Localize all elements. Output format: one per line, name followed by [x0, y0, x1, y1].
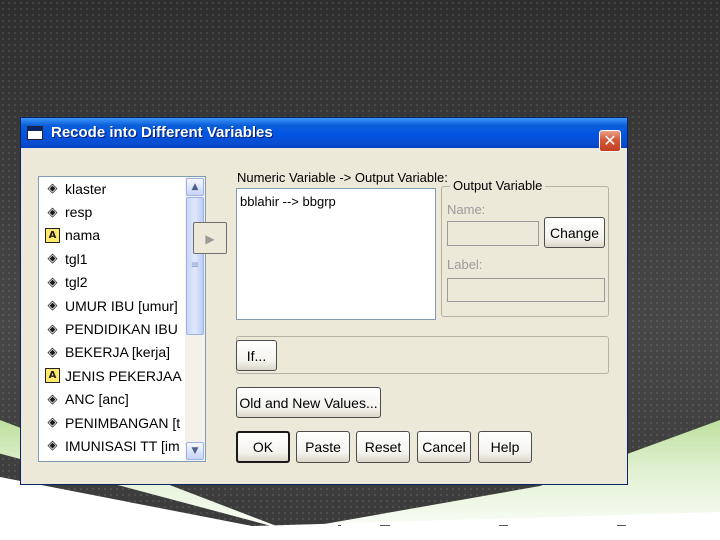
scale-icon: ◈	[47, 298, 58, 314]
arrow-right-icon: ▶	[205, 232, 215, 246]
variable-list-item[interactable]: ◈ UMUR IBU [umur]	[39, 294, 185, 317]
variable-list[interactable]: ◈ klaster ◈ resp Anama ◈ tgl1 ◈ tgl2 ◈ UMUR IBU [u…	[38, 176, 206, 462]
variable-list-item[interactable]: ◈PERIKSA HAMIL	[39, 458, 185, 462]
scale-icon: ◈	[47, 181, 58, 197]
help-button[interactable]: Help	[478, 431, 532, 463]
variable-label: BEKERJA [kerja]	[65, 344, 171, 361]
title-bar[interactable]: Recode into Different Variables ✕	[21, 118, 627, 152]
change-button[interactable]: Change	[544, 217, 605, 248]
variable-list-item[interactable]: ◈ IMUNISASI TT [im	[39, 434, 185, 457]
ok-button[interactable]: OK	[236, 431, 290, 463]
recode-dialog: Recode into Different Variables ✕ ◈ klast…	[20, 117, 628, 485]
output-variable-group: Output Variable Name: Change Label:	[441, 178, 609, 317]
scale-icon: ◈	[47, 204, 58, 220]
string-icon: A	[45, 227, 60, 243]
variable-list-item[interactable]: ◈ PENDIDIKAN IBU	[39, 317, 185, 340]
if-row	[236, 336, 609, 374]
old-new-values-button[interactable]: Old and New Values...	[236, 387, 381, 418]
scale-icon: ◈	[47, 344, 58, 360]
scale-icon: ◈	[47, 321, 58, 337]
variable-list-item[interactable]: ◈ PENIMBANGAN [t	[39, 411, 185, 434]
string-icon: A	[45, 368, 60, 384]
variable-list-item[interactable]: ◈ ANC [anc]	[39, 388, 185, 411]
variable-list-item[interactable]: ◈ resp	[39, 200, 185, 223]
name-field[interactable]	[447, 221, 539, 246]
variable-list-item[interactable]: A JENIS PEKERJAA	[39, 364, 185, 387]
cancel-button[interactable]: Cancel	[417, 431, 471, 463]
variable-list-item[interactable]: ◈ klaster	[39, 177, 185, 200]
variable-list-item[interactable]: Anama	[39, 224, 185, 247]
variable-label: ANC [anc]	[65, 391, 129, 408]
variable-label: IMUNISASI TT [im	[65, 437, 180, 454]
variable-label: klaster	[65, 180, 107, 197]
slide-tick	[338, 525, 341, 526]
variable-label: PENDIDIKAN IBU	[65, 321, 178, 338]
numeric-output-label: Numeric Variable -> Output Variable:	[237, 170, 448, 185]
close-button[interactable]: ✕	[599, 130, 621, 152]
variable-label: resp	[65, 204, 93, 221]
scale-icon: ◈	[47, 415, 58, 431]
if-button[interactable]: If...	[236, 340, 277, 371]
scale-icon: ◈	[47, 438, 58, 454]
variable-label: PENIMBANGAN [t	[65, 414, 181, 431]
slide-tick	[499, 525, 508, 526]
output-variable-legend: Output Variable	[450, 178, 546, 193]
variable-label: tgl2	[65, 274, 88, 291]
label-label: Label:	[447, 257, 483, 272]
scale-icon: ◈	[47, 391, 58, 407]
variable-list-item[interactable]: ◈ tgl1	[39, 247, 185, 270]
slide-tick	[380, 525, 390, 526]
scale-icon: ◈	[47, 251, 58, 267]
variable-label: nama	[65, 227, 101, 244]
label-field[interactable]	[447, 278, 605, 302]
scroll-up-icon[interactable]: ▲	[186, 178, 204, 196]
variable-label: PERIKSA HAMIL	[65, 461, 172, 462]
variable-list-item[interactable]: ◈ BEKERJA [kerja]	[39, 341, 185, 364]
slide-tick	[617, 525, 626, 526]
window-icon	[27, 126, 43, 140]
reset-button[interactable]: Reset	[356, 431, 410, 463]
variable-list-item[interactable]: ◈ tgl2	[39, 271, 185, 294]
variable-label: JENIS PEKERJAA	[65, 367, 182, 384]
scroll-thumb[interactable]: ≡	[186, 197, 204, 335]
numeric-output-item[interactable]: bblahir --> bbgrp	[240, 194, 336, 209]
paste-button[interactable]: Paste	[296, 431, 350, 463]
scale-icon: ◈	[47, 274, 58, 290]
variable-label: tgl1	[65, 250, 88, 267]
variable-label: UMUR IBU [umur]	[65, 297, 178, 314]
variable-list-items: ◈ klaster ◈ resp Anama ◈ tgl1 ◈ tgl2 ◈ UMUR IBU [u…	[39, 177, 185, 462]
dialog-title: Recode into Different Variables	[51, 124, 273, 141]
scroll-down-icon[interactable]: ▼	[186, 442, 204, 460]
move-variable-button[interactable]: ▶	[193, 222, 227, 254]
variable-list-scrollbar[interactable]: ▲ ≡ ▼	[185, 177, 205, 461]
name-label: Name:	[447, 202, 486, 217]
numeric-output-list[interactable]: bblahir --> bbgrp	[236, 188, 436, 320]
